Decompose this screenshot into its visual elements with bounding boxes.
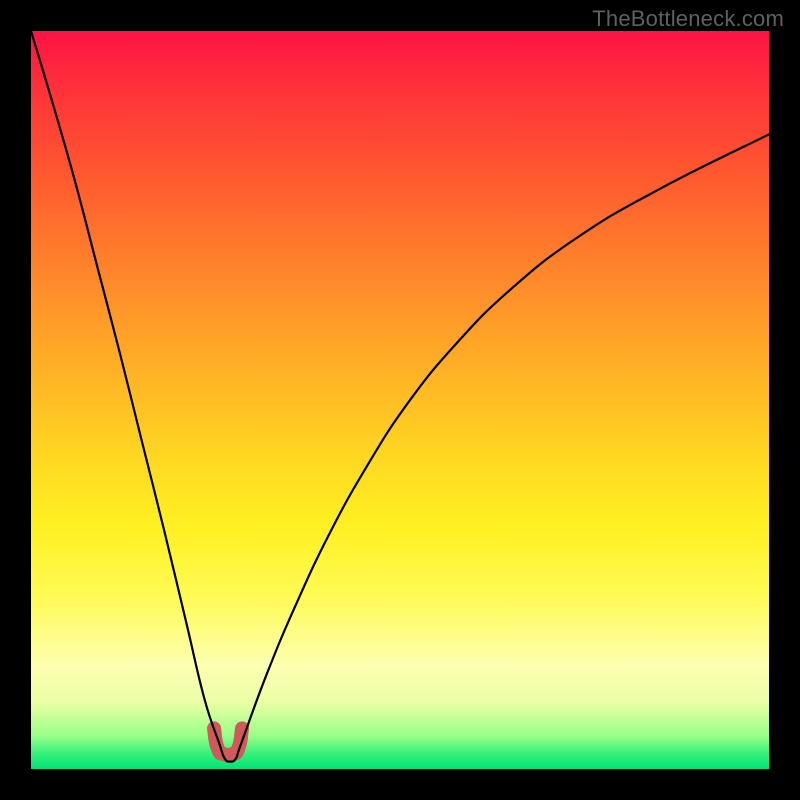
outer-frame: TheBottleneck.com bbox=[0, 0, 800, 800]
watermark-text: TheBottleneck.com bbox=[592, 6, 784, 32]
plot-area bbox=[31, 31, 769, 769]
curve-layer bbox=[31, 31, 769, 769]
main-curve bbox=[31, 31, 769, 762]
